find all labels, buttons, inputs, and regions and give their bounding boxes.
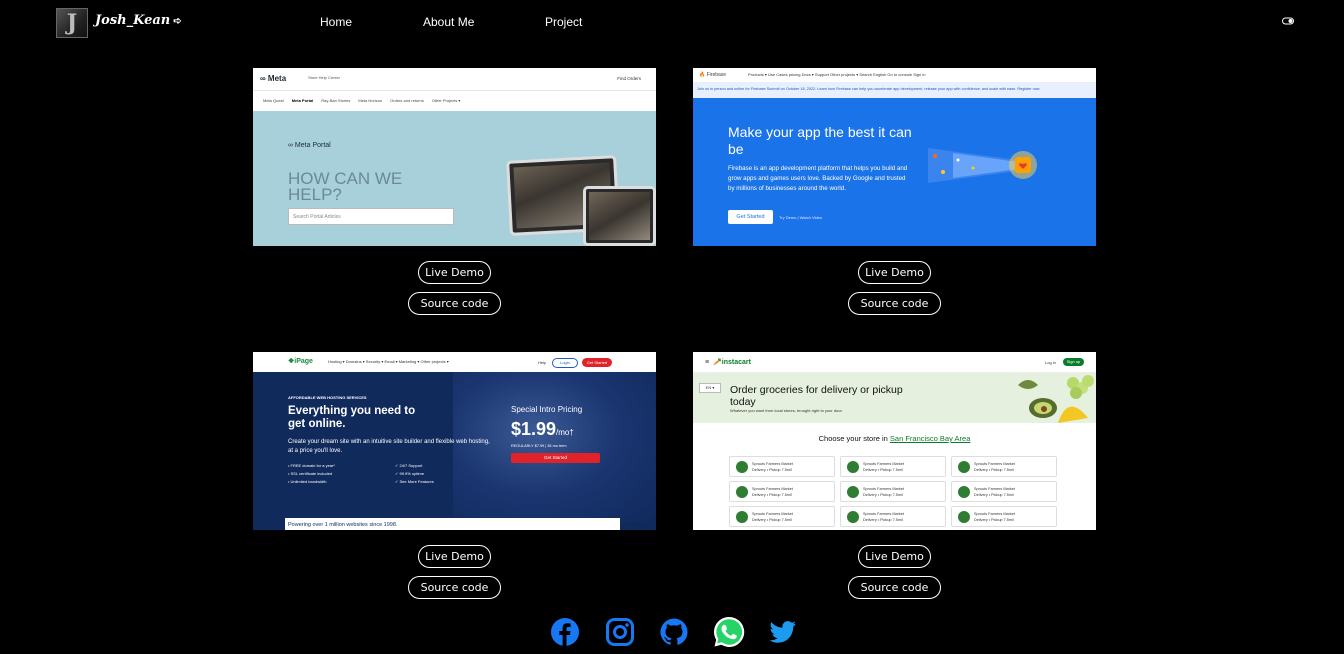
source-code-button[interactable]: Source code [408, 576, 501, 599]
project-screenshot-instacart: ≡ 🥕instacart Log in Sign up EN ▾ Order gr… [693, 352, 1096, 530]
whatsapp-icon[interactable] [712, 615, 746, 649]
meta-search-input: Search Portal Articles [288, 208, 454, 225]
ipage-top-get-started: Get Started [582, 358, 612, 367]
instacart-subtitle: Whatever you want from local stores, bro… [730, 408, 843, 413]
firebase-body: Firebase is an app development platform … [728, 165, 908, 192]
meta-headline: HOW CAN WE HELP? [288, 169, 403, 204]
instacart-language: EN ▾ [699, 383, 721, 393]
meta-portal-label: ∞ Meta Portal [288, 142, 331, 149]
project-screenshot-firebase: 🔥 Firebase Products ▾ Use Cases pricing … [693, 68, 1096, 246]
ipage-price-label: Special Intro Pricing [511, 405, 583, 414]
firebase-headline: Make your app the best it can be [728, 124, 912, 157]
meta-logo: ∞ Meta [260, 74, 287, 83]
store-card: Sprouts Farmers Market Delivery • Pickup … [840, 506, 946, 527]
nav-link-about-me[interactable]: About Me [423, 15, 474, 29]
instagram-icon[interactable] [605, 617, 635, 647]
firebase-links: Try Demo | Watch Video [779, 215, 823, 220]
ipage-headline: Everything you need to get online. [288, 405, 416, 430]
instacart-login: Log in [1045, 360, 1056, 365]
ipage-kicker: AFFORDABLE WEB HOSTING SERVICES [288, 395, 367, 400]
fruit-illustration [1018, 375, 1094, 423]
ipage-features-left: • FREE domain for a year* • SSL certific… [288, 463, 335, 484]
instacart-headline: Order groceries for delivery or pickup t… [730, 384, 903, 408]
store-card: Sprouts Farmers Market Delivery • Pickup … [951, 506, 1057, 527]
firebase-illustration [928, 148, 1037, 183]
ipage-body: Create your dream site with an intuitive… [288, 439, 490, 454]
logo[interactable]: J [56, 8, 88, 38]
brand-text: Josh_Kean [95, 13, 171, 28]
store-card: Sprouts Farmers Market Delivery • Pickup … [951, 456, 1057, 477]
firebase-get-started: Get Started [728, 210, 773, 224]
navbar: J Josh_Kean ➪ Home About Me Project [0, 0, 1344, 44]
source-code-button[interactable]: Source code [408, 292, 501, 315]
twitter-icon[interactable] [768, 617, 798, 647]
instacart-choose-store: Choose your store in San Francisco Bay A… [818, 434, 971, 443]
store-card: Sprouts Farmers Market Delivery • Pickup … [840, 456, 946, 477]
firebase-banner: Join us in person and online for Firebas… [693, 82, 1096, 98]
ipage-features-right: ✓ 24/7 Support ✓ 99.9% uptime ✓ See More… [395, 463, 434, 484]
ipage-help: Help [538, 360, 547, 365]
instacart-hero: EN ▾ Order groceries for delivery or pic… [693, 373, 1096, 423]
live-demo-button[interactable]: Live Demo [418, 261, 491, 284]
ipage-logo: ❖iPage [288, 358, 313, 365]
ipage-login: Login [552, 358, 578, 368]
source-code-button[interactable]: Source code [848, 292, 941, 315]
store-card: Sprouts Farmers Market Delivery • Pickup … [729, 481, 835, 502]
meta-hero: ∞ Meta Portal HOW CAN WE HELP? Search Po… [253, 111, 656, 246]
live-demo-button[interactable]: Live Demo [858, 545, 931, 568]
ipage-price: $1.99/mo† [511, 419, 574, 439]
github-icon[interactable] [659, 617, 689, 647]
instacart-signup: Sign up [1063, 358, 1084, 366]
ipage-regular-price: REGULARLY $7.99 | 36 mo term [511, 444, 567, 448]
live-demo-button[interactable]: Live Demo [418, 545, 491, 568]
brand-name[interactable]: Josh_Kean ➪ [95, 13, 182, 28]
instacart-logo: ≡ 🥕instacart [705, 359, 751, 366]
firebase-menu: Products ▾ Use Cases pricing Docs ▾ Supp… [748, 72, 926, 77]
ipage-footer-banner: Powering over 1 million websites since 1… [285, 518, 620, 530]
live-demo-button[interactable]: Live Demo [858, 261, 931, 284]
ipage-menu: Hosting ▾ Domains ▾ Security ▾ Email ▾ M… [328, 359, 449, 364]
meta-subtitle: Store Help Center [308, 75, 341, 80]
store-card: Sprouts Farmers Market Delivery • Pickup … [729, 506, 835, 527]
nav-link-home[interactable]: Home [320, 15, 352, 29]
nav-link-project[interactable]: Project [545, 15, 582, 29]
facebook-icon[interactable] [550, 617, 580, 647]
store-card: Sprouts Farmers Market Delivery • Pickup … [840, 481, 946, 502]
portal-device-image-small [583, 186, 656, 246]
store-card: Sprouts Farmers Market Delivery • Pickup … [951, 481, 1057, 502]
firebase-logo: 🔥 Firebase [699, 72, 727, 78]
meta-tabs: Meta Quest Meta Portal Ray-Ban Stories Meta… [263, 98, 461, 103]
brand-arrow-icon: ➪ [173, 16, 182, 27]
source-code-button[interactable]: Source code [848, 576, 941, 599]
meta-find-orders: Find Orders [617, 76, 641, 81]
project-screenshot-meta: ∞ Meta Store Help Center Find Orders Met… [253, 68, 656, 246]
store-card: Sprouts Farmers Market Delivery • Pickup … [729, 456, 835, 477]
theme-toggle-icon[interactable] [1282, 16, 1294, 26]
ipage-get-started: Get Started [511, 453, 600, 463]
project-screenshot-ipage: ❖iPage Hosting ▾ Domains ▾ Security ▾ Em… [253, 352, 656, 530]
